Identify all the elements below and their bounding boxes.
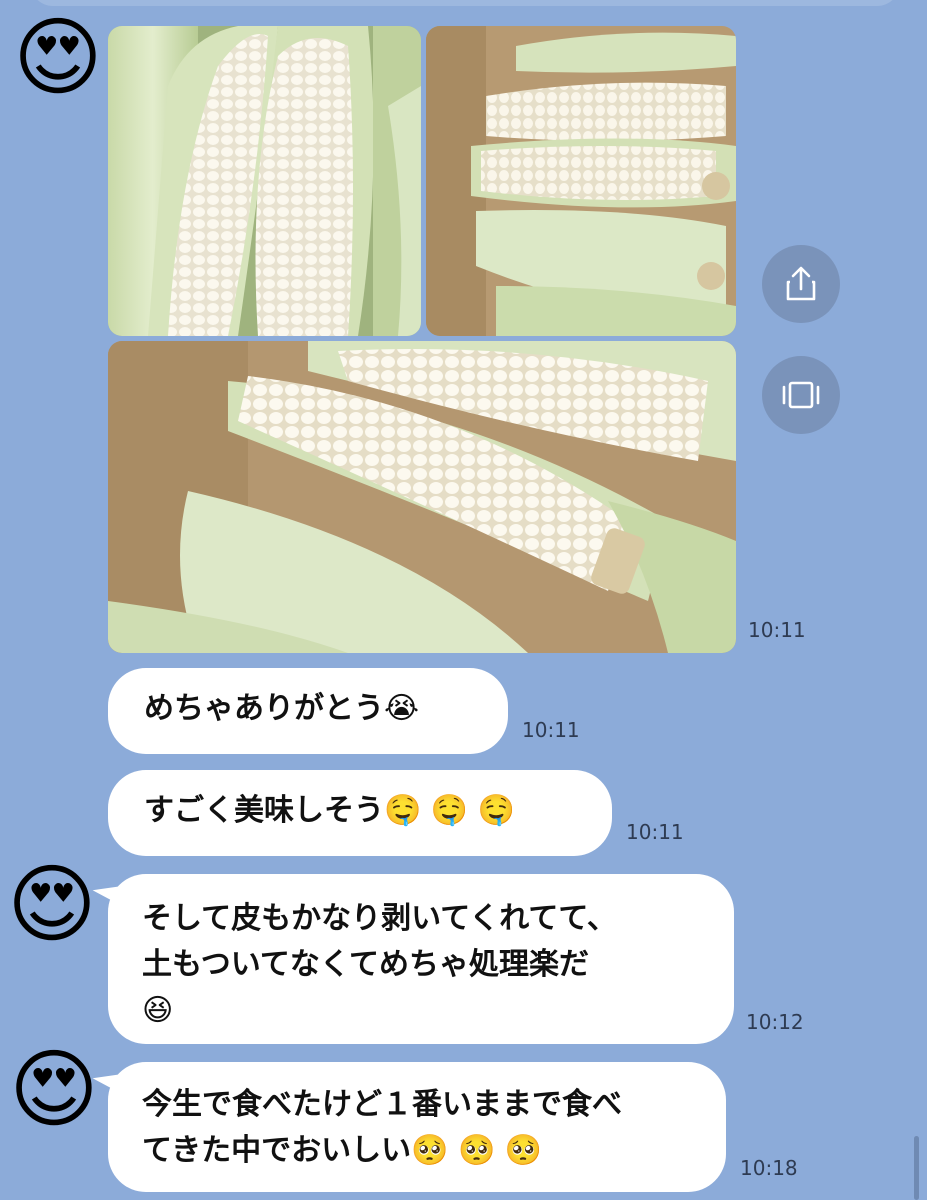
message-timestamp: 10:11 (522, 718, 580, 742)
scrollbar[interactable] (914, 1136, 919, 1200)
corn-photo-3[interactable] (108, 341, 736, 653)
grinning-squint-emoji: 😆 (142, 993, 174, 1028)
message-bubble[interactable]: めちゃありがとう😭 (108, 668, 508, 754)
previous-message-bubble (30, 0, 900, 6)
message-timestamp: 10:18 (740, 1156, 798, 1180)
message-bubble[interactable]: すごく美味しそう🤤 🤤 🤤 (108, 770, 612, 856)
pleading-emoji: 🥺 🥺 🥺 (411, 1133, 543, 1168)
drooling-emoji: 🤤 🤤 🤤 (384, 793, 516, 828)
message-timestamp: 10:12 (746, 1010, 804, 1034)
message-timestamp: 10:11 (626, 820, 684, 844)
sender-avatar[interactable]: 😍 (2, 855, 102, 955)
message-text: てきた中でおいしい (142, 1133, 412, 1168)
message-text-line: そして皮もかなり剥いてくれてて、 (142, 901, 617, 936)
gallery-button[interactable] (762, 356, 840, 434)
photo-timestamp: 10:11 (748, 618, 806, 642)
message-text-line: てきた中でおいしい🥺 🥺 🥺 (142, 1128, 726, 1174)
message-text-line: 土もついてなくてめちゃ処理楽だ (142, 947, 589, 982)
corn-photo-2[interactable] (426, 26, 736, 336)
message-bubble[interactable]: そして皮もかなり剥いてくれてて、 土もついてなくてめちゃ処理楽だ 😆 (108, 874, 734, 1044)
message-text: めちゃありがとう (144, 691, 384, 726)
message-text: すごく美味しそう (144, 793, 384, 828)
share-button[interactable] (762, 245, 840, 323)
crying-emoji: 😭 (384, 691, 420, 726)
share-icon (786, 266, 816, 301)
sender-avatar[interactable]: 😍 (8, 8, 108, 108)
gallery-icon (782, 381, 820, 409)
corn-photo-1[interactable] (108, 26, 421, 336)
message-bubble[interactable]: 今生で食べたけど１番いままで食べ てきた中でおいしい🥺 🥺 🥺 (108, 1062, 726, 1192)
sender-avatar[interactable]: 😍 (4, 1040, 104, 1140)
message-text-line: 今生で食べたけど１番いままで食べ (142, 1087, 622, 1122)
